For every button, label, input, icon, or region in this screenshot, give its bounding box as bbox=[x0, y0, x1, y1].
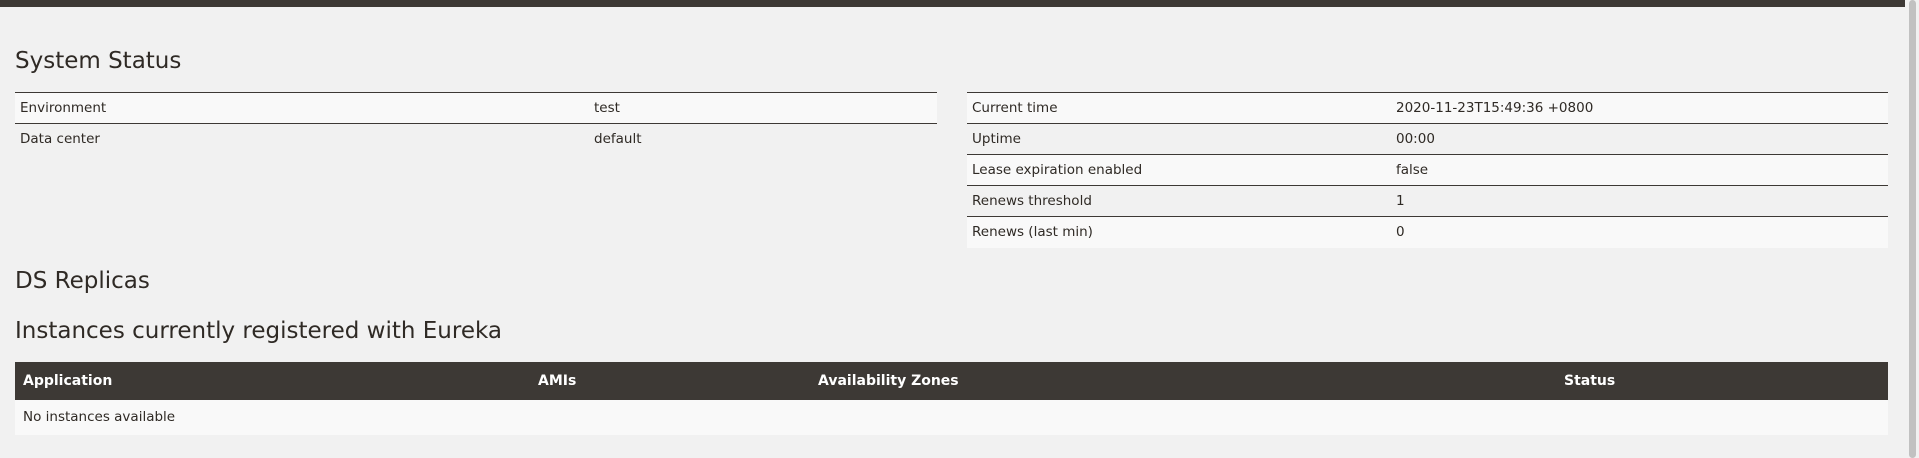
row-value: default bbox=[594, 131, 642, 148]
table-row: Current time 2020-11-23T15:49:36 +0800 bbox=[967, 92, 1888, 124]
ds-replicas-title: DS Replicas bbox=[15, 268, 150, 294]
column-header-availability-zones[interactable]: Availability Zones bbox=[818, 362, 959, 400]
top-navbar-strip bbox=[0, 0, 1905, 7]
instances-title: Instances currently registered with Eure… bbox=[15, 318, 502, 344]
table-row: Renews threshold 1 bbox=[967, 185, 1888, 217]
instances-table-header: Application AMIs Availability Zones Stat… bbox=[15, 362, 1888, 400]
row-key: Renews (last min) bbox=[972, 224, 1093, 241]
scrollbar-thumb[interactable] bbox=[1909, 0, 1916, 458]
system-status-title: System Status bbox=[15, 48, 182, 74]
row-value: false bbox=[1396, 162, 1429, 178]
column-header-status[interactable]: Status bbox=[1564, 362, 1615, 400]
system-status-left-table: Environment test Data center default bbox=[15, 92, 937, 155]
row-value: 0 bbox=[1396, 224, 1405, 241]
empty-instances-message: No instances available bbox=[23, 409, 176, 425]
row-key: Current time bbox=[972, 100, 1058, 116]
system-status-right-table: Current time 2020-11-23T15:49:36 +0800 U… bbox=[967, 92, 1888, 248]
row-value: test bbox=[594, 100, 620, 116]
row-key: Lease expiration enabled bbox=[972, 162, 1143, 178]
table-row: Lease expiration enabled false bbox=[967, 154, 1888, 186]
table-row: Environment test bbox=[15, 92, 937, 124]
column-header-amis[interactable]: AMIs bbox=[538, 362, 576, 400]
row-value: 2020-11-23T15:49:36 +0800 bbox=[1396, 100, 1594, 116]
row-value: 1 bbox=[1396, 193, 1405, 209]
table-row: Data center default bbox=[15, 123, 937, 155]
row-key: Environment bbox=[20, 100, 107, 116]
row-key: Data center bbox=[20, 131, 100, 148]
table-row: Renews (last min) 0 bbox=[967, 216, 1888, 248]
row-key: Renews threshold bbox=[972, 193, 1092, 209]
row-key: Uptime bbox=[972, 131, 1021, 147]
table-row: No instances available bbox=[15, 400, 1888, 435]
column-header-application[interactable]: Application bbox=[23, 362, 112, 400]
table-row: Uptime 00:00 bbox=[967, 123, 1888, 155]
row-value: 00:00 bbox=[1396, 131, 1435, 147]
page-scrollbar[interactable] bbox=[1905, 0, 1919, 458]
